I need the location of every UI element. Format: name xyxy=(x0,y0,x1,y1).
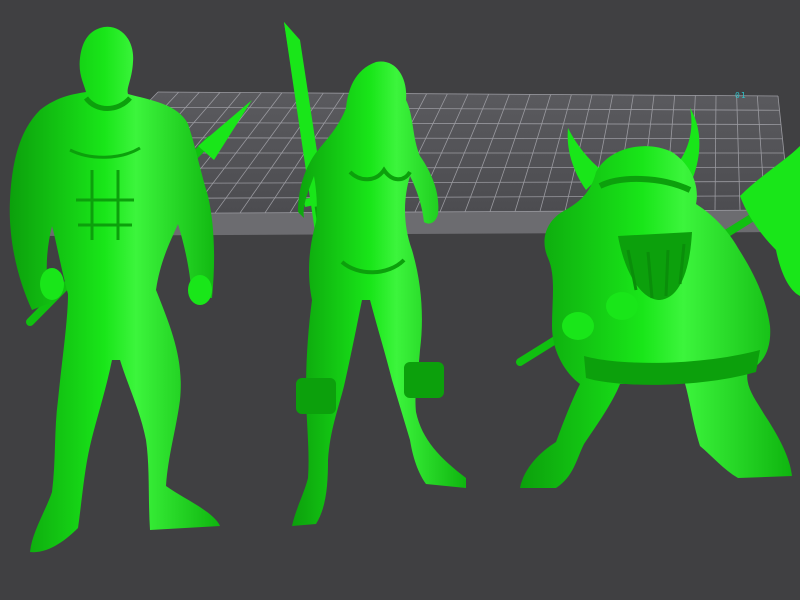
barbarian-woman-right-boot-cuff xyxy=(404,362,444,398)
barbarian-woman-left-boot-cuff xyxy=(296,378,336,414)
warrior-right-fist xyxy=(188,275,212,305)
build-plate-label: 01 xyxy=(735,91,747,100)
scene-canvas[interactable] xyxy=(0,0,800,600)
viking-dwarf-right-fist xyxy=(606,292,638,320)
3d-viewport[interactable]: 01 xyxy=(0,0,800,600)
viking-dwarf-left-fist xyxy=(562,312,594,340)
warrior-left-fist xyxy=(40,268,64,300)
